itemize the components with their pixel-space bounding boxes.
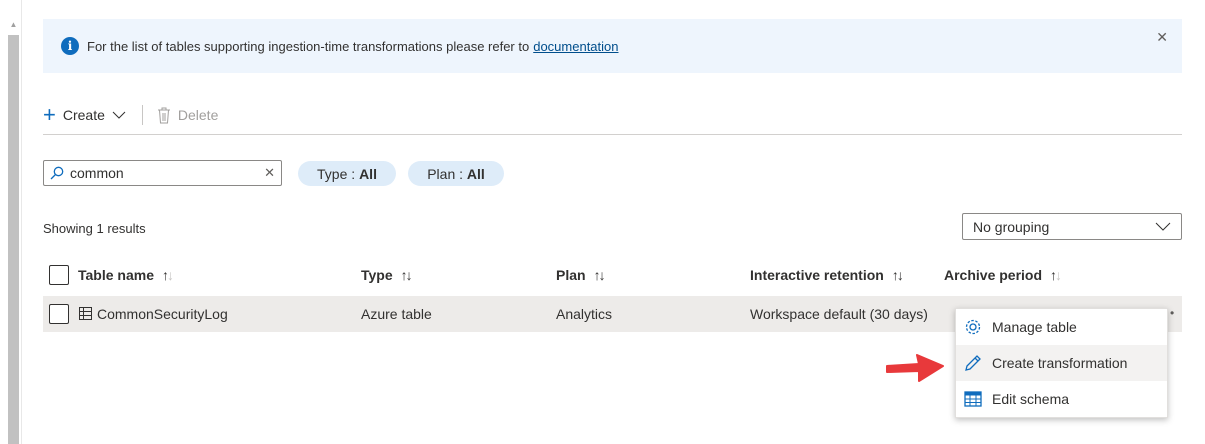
- header-label: Type: [361, 267, 393, 283]
- filter-value: All: [466, 165, 485, 182]
- scrollbar[interactable]: [8, 35, 19, 444]
- close-icon[interactable]: ✕: [1156, 29, 1168, 46]
- menu-item-label: Create transformation: [992, 355, 1128, 371]
- grouping-dropdown[interactable]: No grouping: [962, 213, 1182, 240]
- more-actions-icon[interactable]: •: [1170, 306, 1174, 320]
- column-header-interactive-retention[interactable]: Interactive retention ↑↓: [750, 266, 904, 284]
- search-icon: [50, 166, 64, 180]
- sort-icon: ↑↓: [891, 267, 904, 283]
- column-header-plan[interactable]: Plan ↑↓: [556, 266, 606, 284]
- sort-icon: ↑↓: [593, 267, 606, 283]
- cell-type: Azure table: [361, 306, 432, 322]
- delete-button[interactable]: Delete: [157, 107, 218, 124]
- panel-edge: [21, 0, 22, 444]
- info-text: For the list of tables supporting ingest…: [87, 38, 530, 54]
- menu-item-label: Manage table: [992, 319, 1077, 335]
- toolbar: + Create Delete: [43, 103, 218, 127]
- column-header-archive-period[interactable]: Archive period ↑↓: [944, 266, 1062, 284]
- row-checkbox[interactable]: [49, 304, 69, 324]
- header-label: Archive period: [944, 267, 1043, 283]
- header-label: Interactive retention: [750, 267, 884, 283]
- chevron-down-icon: [112, 111, 126, 119]
- menu-item-label: Edit schema: [992, 391, 1070, 407]
- results-count: Showing 1 results: [43, 221, 146, 236]
- pencil-icon: [965, 355, 981, 371]
- trash-icon: [157, 107, 170, 123]
- sort-icon: ↑↓: [400, 267, 413, 283]
- filter-label: Type :: [317, 165, 360, 182]
- context-menu: Manage table Create transformation Edit …: [955, 308, 1168, 418]
- column-header-type[interactable]: Type ↑↓: [361, 266, 413, 284]
- column-header-table-name[interactable]: Table name ↑↓: [78, 266, 174, 284]
- cell-plan: Analytics: [556, 306, 613, 322]
- plan-filter-pill[interactable]: Plan : All: [408, 161, 504, 186]
- header-label: Table name: [78, 267, 154, 283]
- divider: [43, 134, 1182, 135]
- chevron-down-icon: [1155, 222, 1171, 231]
- type-filter-pill[interactable]: Type : All: [298, 161, 396, 186]
- scroll-up-button[interactable]: ▲: [8, 20, 19, 32]
- info-banner: i For the list of tables supporting inge…: [43, 19, 1182, 73]
- documentation-link[interactable]: documentation: [533, 39, 618, 54]
- sort-icon: ↑↓: [1050, 267, 1062, 283]
- grouping-value: No grouping: [973, 218, 1050, 235]
- clear-icon[interactable]: ✕: [264, 165, 275, 181]
- annotation-arrow-icon: [886, 354, 944, 382]
- table-grid-icon: [964, 391, 982, 407]
- sort-icon: ↑↓: [162, 267, 174, 283]
- create-label: Create: [62, 107, 105, 123]
- search-input[interactable]: [70, 165, 265, 181]
- header-label: Plan: [556, 267, 586, 283]
- plus-icon: +: [43, 102, 56, 127]
- delete-label: Delete: [177, 107, 219, 123]
- filter-value: All: [359, 165, 377, 182]
- filter-label: Plan :: [427, 165, 467, 182]
- menu-item-manage-table[interactable]: Manage table: [956, 309, 1167, 345]
- cell-retention: Workspace default (30 days): [750, 306, 928, 322]
- cell-table-name[interactable]: CommonSecurityLog: [97, 306, 228, 322]
- create-button[interactable]: + Create: [43, 104, 126, 126]
- select-all-checkbox[interactable]: [49, 265, 69, 285]
- search-box[interactable]: ✕: [43, 160, 282, 186]
- table-icon: [79, 307, 92, 320]
- toolbar-divider: [141, 105, 143, 125]
- menu-item-edit-schema[interactable]: Edit schema: [956, 381, 1167, 417]
- gear-icon: [965, 319, 981, 335]
- info-icon: i: [61, 37, 79, 55]
- menu-item-create-transformation[interactable]: Create transformation: [956, 345, 1167, 381]
